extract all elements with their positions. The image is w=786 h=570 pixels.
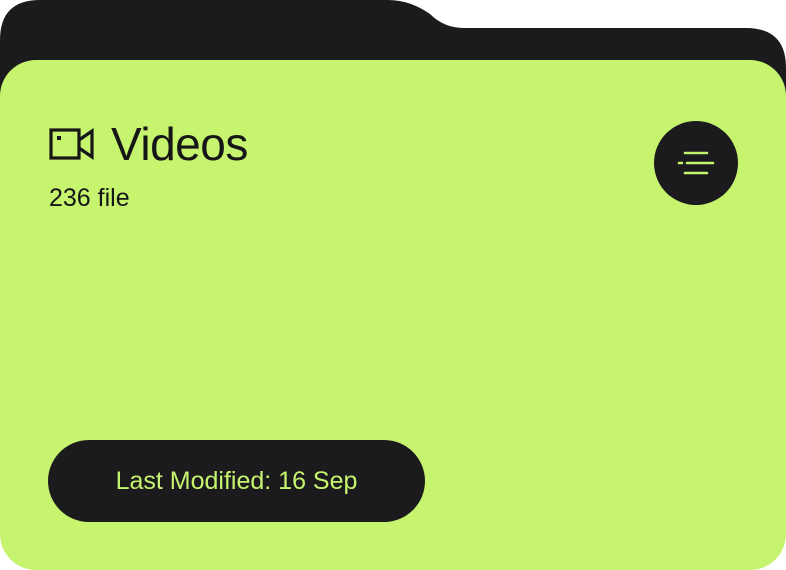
video-camera-icon [49, 126, 95, 162]
last-modified-badge: Last Modified: 16 Sep [48, 440, 425, 522]
last-modified-text: Last Modified: 16 Sep [115, 466, 358, 495]
list-filter-icon [677, 151, 715, 175]
folder-menu-button[interactable] [654, 121, 738, 205]
folder-header: Videos [49, 116, 248, 172]
file-count: 236 file [49, 184, 130, 212]
folder-card[interactable]: Videos 236 file Last Modified: 16 Sep [0, 0, 786, 570]
folder-title: Videos [111, 118, 248, 170]
